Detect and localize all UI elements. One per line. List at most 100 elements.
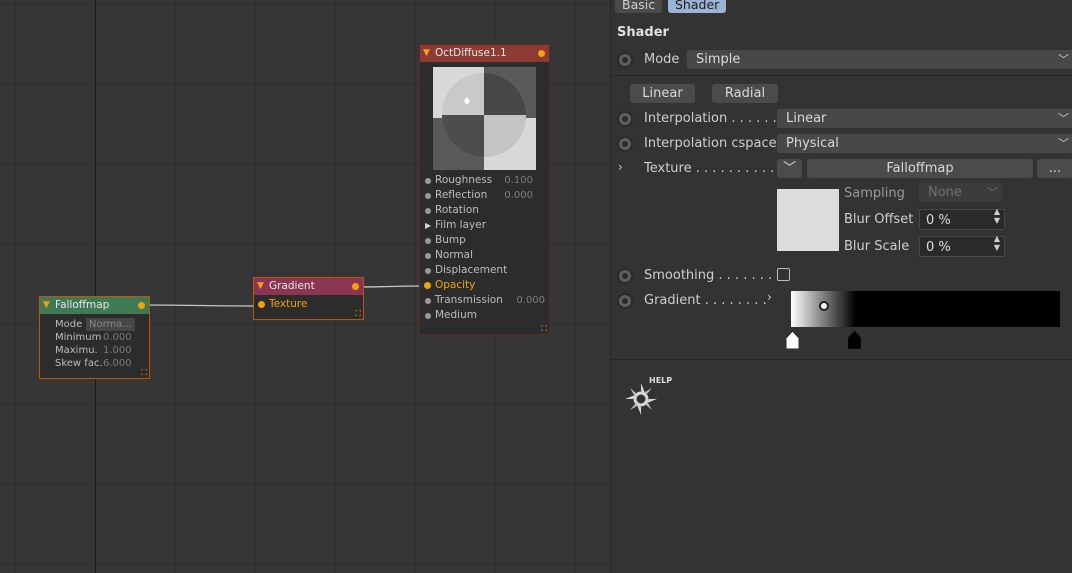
smoothing-checkbox[interactable] bbox=[777, 268, 790, 281]
tab-shader[interactable]: Shader bbox=[668, 0, 727, 13]
mode-label: Mode bbox=[644, 52, 680, 67]
gradient-texture-input-port[interactable] bbox=[258, 301, 265, 308]
diffuse-row-opacity[interactable]: Opacity bbox=[420, 278, 549, 293]
node-editor-canvas[interactable]: ▼ Falloffmap Mode Norma... Minimum 0.000… bbox=[0, 0, 610, 573]
medium-input-port[interactable] bbox=[425, 313, 431, 319]
linear-button[interactable]: Linear bbox=[630, 84, 695, 103]
displacement-input-port[interactable] bbox=[425, 268, 431, 274]
material-preview-image bbox=[433, 67, 536, 170]
rotation-label: Rotation bbox=[435, 204, 479, 216]
resize-handle-icon[interactable]: ⛶ bbox=[541, 325, 547, 333]
gradient-node[interactable]: ▼ Gradient Texture ⛶ bbox=[253, 277, 364, 320]
radial-button[interactable]: Radial bbox=[712, 84, 778, 103]
diffuse-row-medium[interactable]: Medium bbox=[420, 308, 549, 323]
falloff-minimum-value[interactable]: 0.000 bbox=[103, 331, 132, 344]
octane-help-icon bbox=[625, 383, 657, 415]
falloff-maximum-row[interactable]: Maximu. 1.000 bbox=[40, 344, 149, 357]
cspace-dropdown[interactable]: Physical ﹀ bbox=[777, 134, 1072, 153]
gradient-texture-label: Texture bbox=[269, 298, 308, 310]
normal-label: Normal bbox=[435, 249, 473, 261]
bump-input-port[interactable] bbox=[425, 238, 431, 244]
falloff-skew-row[interactable]: Skew fac. 6.000 bbox=[40, 357, 149, 370]
reflection-input-port[interactable] bbox=[425, 193, 431, 199]
cspace-value: Physical bbox=[786, 136, 839, 151]
normal-input-port[interactable] bbox=[425, 253, 431, 259]
diffuse-row-bump[interactable]: Bump bbox=[420, 233, 549, 248]
octdiffuse-node-title: OctDiffuse1.1 bbox=[435, 47, 507, 59]
cspace-animate-toggle[interactable] bbox=[617, 136, 633, 152]
texture-expand-icon[interactable]: › bbox=[618, 160, 623, 174]
expand-arrow-icon[interactable]: ▶ bbox=[425, 218, 431, 233]
reflection-label: Reflection bbox=[435, 189, 488, 201]
spinner-arrows-icon[interactable]: ▲ ▼ bbox=[994, 207, 1000, 225]
rotation-input-port[interactable] bbox=[425, 208, 431, 214]
sampling-dropdown: None ﹀ bbox=[919, 183, 1002, 202]
blur-scale-label: Blur Scale bbox=[844, 239, 910, 254]
texture-preview-swatch[interactable] bbox=[777, 189, 839, 251]
film-layer-label: Film layer bbox=[435, 219, 487, 231]
transmission-value[interactable]: 0.000 bbox=[516, 293, 545, 308]
medium-label: Medium bbox=[435, 309, 477, 321]
mode-dropdown[interactable]: Simple ﹀ bbox=[687, 50, 1072, 69]
opacity-input-port[interactable] bbox=[424, 282, 431, 289]
smoothing-animate-toggle[interactable] bbox=[617, 268, 633, 284]
collapse-arrow-icon[interactable]: ▼ bbox=[423, 45, 430, 62]
falloffmap-output-port[interactable] bbox=[138, 302, 145, 309]
gradient-stop-white[interactable] bbox=[786, 331, 799, 349]
roughness-input-port[interactable] bbox=[425, 178, 431, 184]
reflection-value[interactable]: 0.000 bbox=[504, 188, 533, 203]
falloff-mode-value[interactable]: Norma... bbox=[86, 318, 135, 331]
diffuse-row-reflection[interactable]: Reflection 0.000 bbox=[420, 188, 549, 203]
texture-label: Texture . . . . . . . . . . . bbox=[644, 161, 783, 176]
tab-basic[interactable]: Basic bbox=[615, 0, 663, 13]
octdiffuse-output-port[interactable] bbox=[538, 50, 545, 57]
falloff-mode-label: Mode bbox=[55, 319, 83, 330]
gradient-node-header[interactable]: ▼ Gradient bbox=[254, 278, 363, 295]
gradient-stop-black[interactable] bbox=[848, 331, 861, 349]
texture-more-button[interactable]: ... bbox=[1037, 159, 1072, 178]
resize-handle-icon[interactable]: ⛶ bbox=[355, 310, 361, 318]
blur-scale-value: 0 % bbox=[926, 240, 951, 255]
diffuse-row-normal[interactable]: Normal bbox=[420, 248, 549, 263]
roughness-value[interactable]: 0.100 bbox=[504, 173, 533, 188]
diffuse-row-film-layer[interactable]: ▶ Film layer bbox=[420, 218, 549, 233]
gradient-bias-handle[interactable] bbox=[819, 301, 829, 311]
texture-shader-button[interactable]: Falloffmap bbox=[807, 159, 1033, 178]
falloff-skew-value[interactable]: 6.000 bbox=[103, 357, 132, 370]
collapse-arrow-icon[interactable]: ▼ bbox=[43, 297, 50, 314]
blur-offset-field[interactable]: 0 % ▲ ▼ bbox=[919, 207, 1005, 230]
falloff-maximum-value[interactable]: 1.000 bbox=[103, 344, 132, 357]
octdiffuse-node[interactable]: ▼ OctDiffuse1.1 Roughness 0.100 Reflecti… bbox=[419, 44, 550, 335]
falloffmap-node-title: Falloffmap bbox=[55, 299, 110, 311]
octdiffuse-node-header[interactable]: ▼ OctDiffuse1.1 bbox=[420, 45, 549, 62]
gradient-expand-icon[interactable]: › bbox=[767, 290, 772, 304]
diffuse-row-rotation[interactable]: Rotation bbox=[420, 203, 549, 218]
mode-animate-toggle[interactable] bbox=[617, 52, 633, 68]
gradient-node-title: Gradient bbox=[269, 280, 315, 292]
diffuse-row-displacement[interactable]: Displacement bbox=[420, 263, 549, 278]
interpolation-dropdown[interactable]: Linear ﹀ bbox=[777, 109, 1072, 128]
chevron-down-icon: ﹀ bbox=[1058, 137, 1069, 150]
texture-menu-button[interactable]: ﹀ bbox=[777, 159, 802, 178]
smoothing-label: Smoothing . . . . . . . bbox=[644, 268, 773, 283]
falloff-mode-row[interactable]: Mode Norma... bbox=[40, 318, 149, 331]
diffuse-row-transmission[interactable]: Transmission 0.000 bbox=[420, 293, 549, 308]
gradient-animate-toggle[interactable] bbox=[617, 293, 633, 309]
falloffmap-node-header[interactable]: ▼ Falloffmap bbox=[40, 297, 149, 314]
interpolation-value: Linear bbox=[786, 111, 827, 126]
spinner-arrows-icon[interactable]: ▲ ▼ bbox=[994, 234, 1000, 252]
collapse-arrow-icon[interactable]: ▼ bbox=[257, 278, 264, 295]
help-button[interactable]: HELP bbox=[621, 376, 673, 420]
resize-handle-icon[interactable]: ⛶ bbox=[141, 369, 147, 377]
gradient-texture-input-row[interactable]: Texture bbox=[254, 297, 363, 312]
transmission-input-port[interactable] bbox=[425, 298, 431, 304]
gradient-editor[interactable] bbox=[791, 291, 1060, 327]
divider bbox=[611, 359, 1072, 360]
falloff-minimum-row[interactable]: Minimum 0.000 bbox=[40, 331, 149, 344]
diffuse-row-roughness[interactable]: Roughness 0.100 bbox=[420, 173, 549, 188]
help-label: HELP bbox=[649, 376, 673, 385]
interpolation-animate-toggle[interactable] bbox=[617, 111, 633, 127]
falloffmap-node[interactable]: ▼ Falloffmap Mode Norma... Minimum 0.000… bbox=[39, 296, 150, 379]
blur-scale-field[interactable]: 0 % ▲ ▼ bbox=[919, 234, 1005, 257]
gradient-output-port[interactable] bbox=[352, 283, 359, 290]
